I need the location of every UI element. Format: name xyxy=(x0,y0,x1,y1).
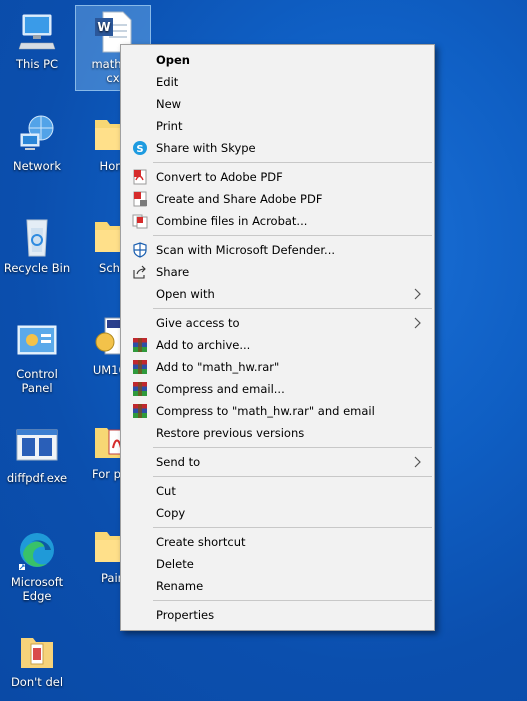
menu-item-open[interactable]: Open xyxy=(123,49,432,71)
menu-separator xyxy=(153,162,432,163)
menu-item-properties[interactable]: Properties xyxy=(123,604,432,626)
desktop-icon-microsoft-edge[interactable]: Microsoft Edge xyxy=(2,528,72,603)
menu-item-label: Edit xyxy=(156,75,179,89)
menu-separator xyxy=(153,476,432,477)
desktop-icon-label: diffpdf.exe xyxy=(6,471,68,485)
menu-item-edit[interactable]: Edit xyxy=(123,71,432,93)
winrar-icon xyxy=(132,337,148,353)
menu-separator xyxy=(153,527,432,528)
menu-item-label: New xyxy=(156,97,182,111)
winrar-icon xyxy=(132,381,148,397)
menu-item-delete[interactable]: Delete xyxy=(123,553,432,575)
desktop-icon-label: Control Panel xyxy=(16,367,58,395)
adobe-pdf-icon xyxy=(132,169,148,185)
menu-item-label: Share xyxy=(156,265,190,279)
svg-text:W: W xyxy=(97,20,110,34)
menu-item-convert-to-adobe-pdf[interactable]: Convert to Adobe PDF xyxy=(123,166,432,188)
skype-icon: S xyxy=(132,140,148,156)
menu-item-give-access-to[interactable]: Give access to xyxy=(123,312,432,334)
menu-item-share-with-skype[interactable]: S Share with Skype xyxy=(123,137,432,159)
menu-item-label: Share with Skype xyxy=(156,141,256,155)
desktop-icon-this-pc[interactable]: This PC xyxy=(2,10,72,71)
network-icon xyxy=(15,112,59,156)
menu-item-label: Give access to xyxy=(156,316,240,330)
menu-item-label: Properties xyxy=(156,608,215,622)
menu-item-label: Compress and email... xyxy=(156,382,285,396)
control-panel-icon xyxy=(15,320,59,364)
menu-item-label: Add to archive... xyxy=(156,338,251,352)
chevron-right-icon xyxy=(412,316,422,330)
menu-item-label: Create shortcut xyxy=(156,535,246,549)
menu-separator xyxy=(153,447,432,448)
menu-item-compress-to-rar-and-email[interactable]: Compress to "math_hw.rar" and email xyxy=(123,400,432,422)
svg-text:S: S xyxy=(136,144,143,155)
zip-folder-icon xyxy=(15,628,59,672)
menu-item-label: Convert to Adobe PDF xyxy=(156,170,283,184)
acrobat-combine-icon xyxy=(132,213,148,229)
menu-item-create-and-share-adobe-pdf[interactable]: Create and Share Adobe PDF xyxy=(123,188,432,210)
exe-icon xyxy=(15,424,59,468)
menu-item-new[interactable]: New xyxy=(123,93,432,115)
menu-item-label: Add to "math_hw.rar" xyxy=(156,360,280,374)
desktop-icon-label: Recycle Bin xyxy=(3,261,71,275)
adobe-pdf-share-icon xyxy=(132,191,148,207)
desktop-icon-label: Network xyxy=(12,159,62,173)
desktop-icon-recycle-bin[interactable]: Recycle Bin xyxy=(2,214,72,275)
menu-item-cut[interactable]: Cut xyxy=(123,480,432,502)
menu-item-label: Cut xyxy=(156,484,176,498)
desktop-icon-label: Microsoft Edge xyxy=(10,575,64,603)
menu-item-label: Rename xyxy=(156,579,204,593)
computer-icon xyxy=(15,10,59,54)
menu-item-print[interactable]: Print xyxy=(123,115,432,137)
share-icon xyxy=(132,264,148,280)
recycle-bin-icon xyxy=(15,214,59,258)
menu-separator xyxy=(153,600,432,601)
menu-item-create-shortcut[interactable]: Create shortcut xyxy=(123,531,432,553)
menu-item-add-to-archive[interactable]: Add to archive... xyxy=(123,334,432,356)
menu-item-compress-and-email[interactable]: Compress and email... xyxy=(123,378,432,400)
chevron-right-icon xyxy=(412,455,422,469)
menu-separator xyxy=(153,235,432,236)
edge-icon xyxy=(15,528,59,572)
menu-item-copy[interactable]: Copy xyxy=(123,502,432,524)
menu-item-label: Print xyxy=(156,119,183,133)
menu-item-label: Delete xyxy=(156,557,194,571)
menu-item-share[interactable]: Share xyxy=(123,261,432,283)
menu-item-label: Open xyxy=(156,53,190,67)
menu-item-label: Scan with Microsoft Defender... xyxy=(156,243,336,257)
menu-item-label: Create and Share Adobe PDF xyxy=(156,192,323,206)
menu-item-label: Open with xyxy=(156,287,215,301)
menu-item-label: Combine files in Acrobat... xyxy=(156,214,308,228)
desktop-icon-label: This PC xyxy=(15,57,59,71)
defender-shield-icon xyxy=(132,242,148,258)
desktop-icon-diffpdf[interactable]: diffpdf.exe xyxy=(2,424,72,485)
menu-item-combine-files-in-acrobat[interactable]: Combine files in Acrobat... xyxy=(123,210,432,232)
context-menu: Open Edit New Print S Share with Skype C… xyxy=(120,44,435,631)
menu-item-add-to-math-hw-rar[interactable]: Add to "math_hw.rar" xyxy=(123,356,432,378)
menu-item-label: Send to xyxy=(156,455,201,469)
menu-item-rename[interactable]: Rename xyxy=(123,575,432,597)
desktop-icon-network[interactable]: Network xyxy=(2,112,72,173)
winrar-icon xyxy=(132,359,148,375)
chevron-right-icon xyxy=(412,287,422,301)
menu-item-open-with[interactable]: Open with xyxy=(123,283,432,305)
menu-item-restore-previous-versions[interactable]: Restore previous versions xyxy=(123,422,432,444)
menu-item-send-to[interactable]: Send to xyxy=(123,451,432,473)
menu-item-scan-with-microsoft-defender[interactable]: Scan with Microsoft Defender... xyxy=(123,239,432,261)
menu-item-label: Restore previous versions xyxy=(156,426,305,440)
menu-item-label: Copy xyxy=(156,506,186,520)
desktop-icon-dont-del[interactable]: Don't del xyxy=(2,628,72,689)
desktop-icon-control-panel[interactable]: Control Panel xyxy=(2,320,72,395)
menu-separator xyxy=(153,308,432,309)
winrar-icon xyxy=(132,403,148,419)
menu-item-label: Compress to "math_hw.rar" and email xyxy=(156,404,375,418)
desktop-icon-label: Don't del xyxy=(10,675,64,689)
